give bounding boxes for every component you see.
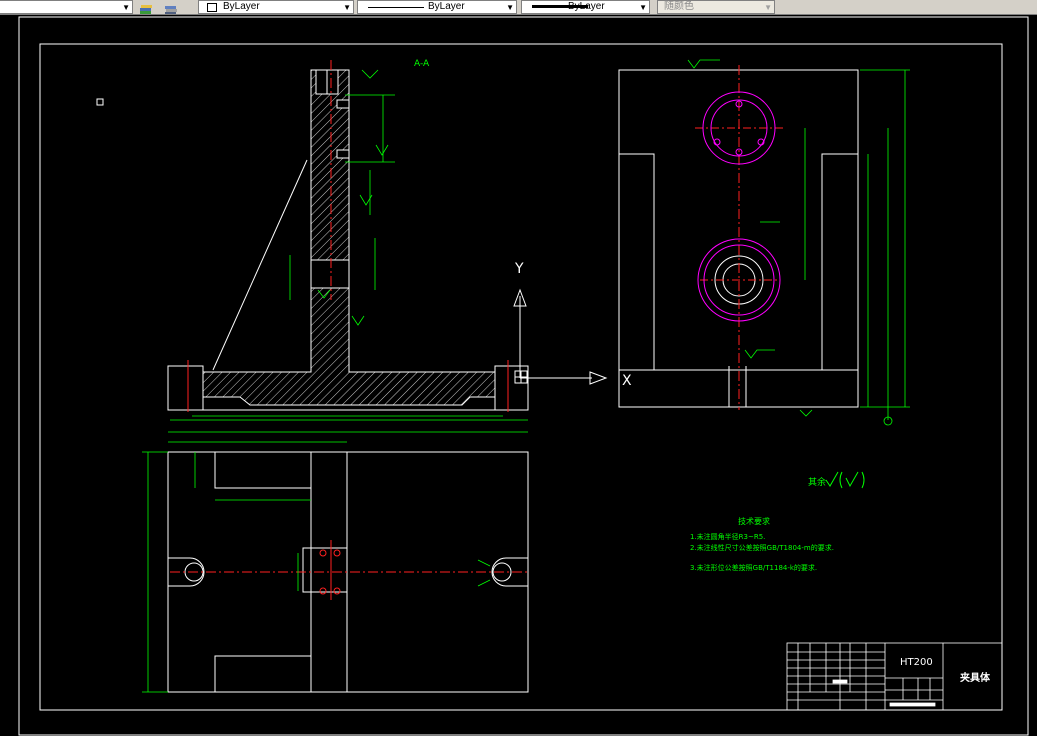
layer-previous-icon[interactable]	[164, 0, 178, 14]
chevron-down-icon: ▼	[764, 3, 772, 12]
tech-req-line-3: 3.未注形位公差按照GB/T1184-k的要求.	[690, 563, 817, 572]
base-left-end	[167, 365, 204, 411]
title-part-name: 夹具体	[960, 671, 991, 684]
section-hatch	[202, 69, 496, 406]
rib-line	[212, 159, 308, 371]
properties-toolbar: ▼ ByLayer ▼ ByLayer ▼ ByLayer ▼ 随颜色 ▼	[0, 0, 1037, 15]
surface-note: 其余	[808, 476, 826, 488]
grip-square[interactable]	[96, 98, 104, 106]
chevron-down-icon: ▼	[639, 3, 647, 12]
chevron-down-icon: ▼	[506, 3, 514, 12]
tech-req-line-2: 2.未注线性尺寸公差按照GB/T1804-m的要求.	[690, 543, 834, 552]
color-swatch-icon	[207, 3, 217, 12]
linetype-preview	[368, 7, 424, 8]
layer-states-icon[interactable]	[139, 0, 153, 14]
base-right-end	[494, 365, 529, 411]
pin-hole-upper	[336, 99, 350, 109]
layer-color-combo[interactable]: ByLayer ▼	[198, 0, 354, 14]
linetype-combo[interactable]: ByLayer ▼	[357, 0, 517, 14]
section-label: A-A	[414, 59, 430, 69]
lineweight-value: ByLayer	[568, 1, 605, 12]
title-material: HT200	[900, 657, 933, 668]
chevron-down-icon: ▼	[122, 3, 130, 12]
tech-req-line-1: 1.未注圆角半径R3~R5.	[690, 532, 765, 541]
previous-combo-tail[interactable]: ▼	[0, 0, 133, 14]
chevron-down-icon: ▼	[343, 3, 351, 12]
ucs-y-label: Y	[514, 261, 524, 277]
plan-view-holes	[170, 540, 530, 600]
linetype-value: ByLayer	[428, 1, 465, 12]
section-view[interactable]: A-A	[167, 59, 529, 421]
surface-symbol-icon	[825, 471, 865, 489]
plotstyle-combo[interactable]: 随颜色 ▼	[657, 0, 775, 14]
plotstyle-value: 随颜色	[664, 1, 694, 12]
drawing-canvas[interactable]: A-A Y X 其余 技术要求 1.未注圆角半径R3~R5. 2.未注线性尺寸公…	[0, 15, 1037, 736]
tech-req-title: 技术要求	[738, 516, 770, 526]
lineweight-combo[interactable]: ByLayer ▼	[521, 0, 650, 14]
side-view[interactable]	[618, 65, 859, 410]
plan-view[interactable]	[167, 451, 529, 693]
layer-color-value: ByLayer	[223, 1, 260, 12]
pin-hole-lower	[336, 149, 350, 159]
bore-hole	[310, 259, 350, 289]
ucs-x-label: X	[622, 373, 632, 389]
